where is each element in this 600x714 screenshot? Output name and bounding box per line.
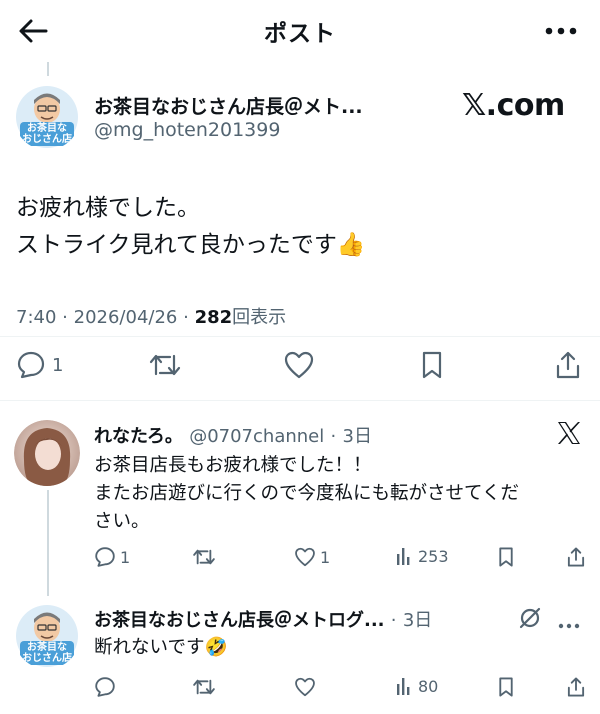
reply-count: 1 [120, 547, 131, 567]
reply-avatar[interactable] [14, 420, 80, 486]
more-horizontal-icon [545, 27, 577, 35]
bookmark-button[interactable] [496, 676, 516, 698]
reply-author[interactable]: れなたろ。 @0707channel · 3日 [94, 422, 372, 448]
reply-avatar[interactable]: お茶目な おじさん店 [14, 603, 80, 669]
reply-text: 断れないです🤣 [94, 634, 227, 662]
post-date: 2026/04/26 [73, 307, 178, 328]
views-count: 253 [418, 546, 449, 566]
divider [0, 400, 600, 401]
avatar-text: おじさん店 [22, 653, 72, 664]
page-title: ポスト [264, 21, 336, 47]
views-button[interactable]: 80 [396, 676, 438, 696]
grok-icon [519, 607, 541, 629]
avatar-text: おじさん店 [22, 134, 72, 145]
avatar-text: お茶目な [27, 123, 67, 134]
repost-icon [149, 354, 181, 376]
bookmark-button[interactable] [496, 546, 516, 568]
more-options-button[interactable] [544, 18, 578, 44]
views-count: 282 [194, 307, 233, 328]
views-count: 80 [418, 676, 439, 696]
reply-action-bar: 1 1 253 [94, 546, 594, 576]
reply-icon [95, 547, 115, 567]
heart-icon [284, 351, 314, 379]
post-action-bar: 1 [0, 346, 600, 390]
reply-icon [17, 351, 45, 379]
reply-text: お茶目店長もお疲れ様でした！！ またお店遊びに行くので今度私にも転がさせてくだ … [94, 452, 519, 536]
share-button[interactable] [566, 676, 586, 698]
reply-count: 1 [52, 354, 64, 376]
more-horizontal-icon [558, 623, 580, 629]
reply-author-name[interactable]: れなたろ。 [94, 426, 183, 447]
bookmark-icon [422, 351, 442, 379]
post-text-line: ストライク見れて良かったです👍 [16, 232, 366, 258]
grok-button[interactable] [518, 606, 542, 634]
reply-text-line: お茶目店長もお疲れ様でした！！ [94, 455, 372, 476]
separator: · [390, 610, 397, 631]
reply-author[interactable]: お茶目なおじさん店長＠メトログ... · 3日 [94, 606, 432, 632]
x-logo-icon [558, 422, 580, 444]
views-label[interactable]: 回表示 [232, 307, 286, 328]
repost-icon [193, 549, 215, 565]
post-text: お疲れ様でした。 ストライク見れて良かったです👍 [16, 190, 366, 264]
views-button[interactable]: 253 [396, 546, 449, 566]
analytics-icon [397, 548, 410, 565]
reply-text-line: 断れないです🤣 [94, 637, 228, 658]
repost-button[interactable] [192, 546, 216, 568]
thread-connector [47, 490, 49, 596]
share-button[interactable] [554, 350, 582, 380]
separator: · [330, 426, 337, 447]
reply-author-handle[interactable]: @0707channel [189, 426, 324, 447]
separator: · [62, 307, 68, 328]
share-icon [556, 351, 580, 379]
reply-time[interactable]: 3日 [403, 610, 432, 631]
share-button[interactable] [566, 546, 586, 568]
reply-text-line: さい。 [94, 511, 150, 532]
post-time: 7:40 [16, 307, 57, 328]
author-name[interactable]: お茶目なおじさん店長＠メト... [94, 92, 363, 119]
repost-button[interactable] [148, 350, 182, 380]
reply-action-bar: 80 [94, 676, 594, 706]
bookmark-icon [499, 677, 513, 697]
top-app-bar: ポスト [0, 0, 600, 62]
separator: · [183, 307, 189, 328]
bookmark-button[interactable] [418, 350, 446, 380]
reply-button[interactable]: 1 [16, 350, 63, 380]
thread-connector [47, 62, 49, 76]
bookmark-icon [499, 547, 513, 567]
heart-icon [295, 547, 315, 567]
divider [0, 336, 600, 337]
repost-button[interactable] [192, 676, 216, 698]
x-com-logo: 𝕏.com [462, 88, 565, 123]
like-button[interactable]: 1 [294, 546, 330, 568]
post-metadata: 7:40 · 2026/04/26 · 282回表示 [16, 303, 286, 329]
avatar-text: お茶目な [27, 642, 67, 653]
author-avatar[interactable]: お茶目な おじさん店 [14, 84, 80, 150]
share-icon [567, 677, 585, 697]
heart-icon [295, 677, 315, 697]
repost-icon [193, 679, 215, 695]
reply-button[interactable]: 1 [94, 546, 130, 568]
post-text-line: お疲れ様でした。 [16, 195, 200, 221]
analytics-icon [397, 678, 410, 695]
like-button[interactable] [294, 676, 316, 698]
author-handle[interactable]: @mg_hoten201399 [94, 119, 280, 141]
x-logo [556, 420, 582, 450]
reply-icon [95, 677, 115, 697]
reply-button[interactable] [94, 676, 116, 698]
like-count: 1 [320, 547, 331, 567]
reply-time[interactable]: 3日 [343, 426, 372, 447]
avatar-photo [14, 420, 80, 486]
like-button[interactable] [283, 350, 315, 380]
share-icon [567, 547, 585, 567]
reply-author-name[interactable]: お茶目なおじさん店長＠メトログ... [94, 610, 385, 631]
more-options-button[interactable] [558, 614, 580, 633]
reply-text-line: またお店遊びに行くので今度私にも転がさせてくだ [94, 483, 519, 504]
